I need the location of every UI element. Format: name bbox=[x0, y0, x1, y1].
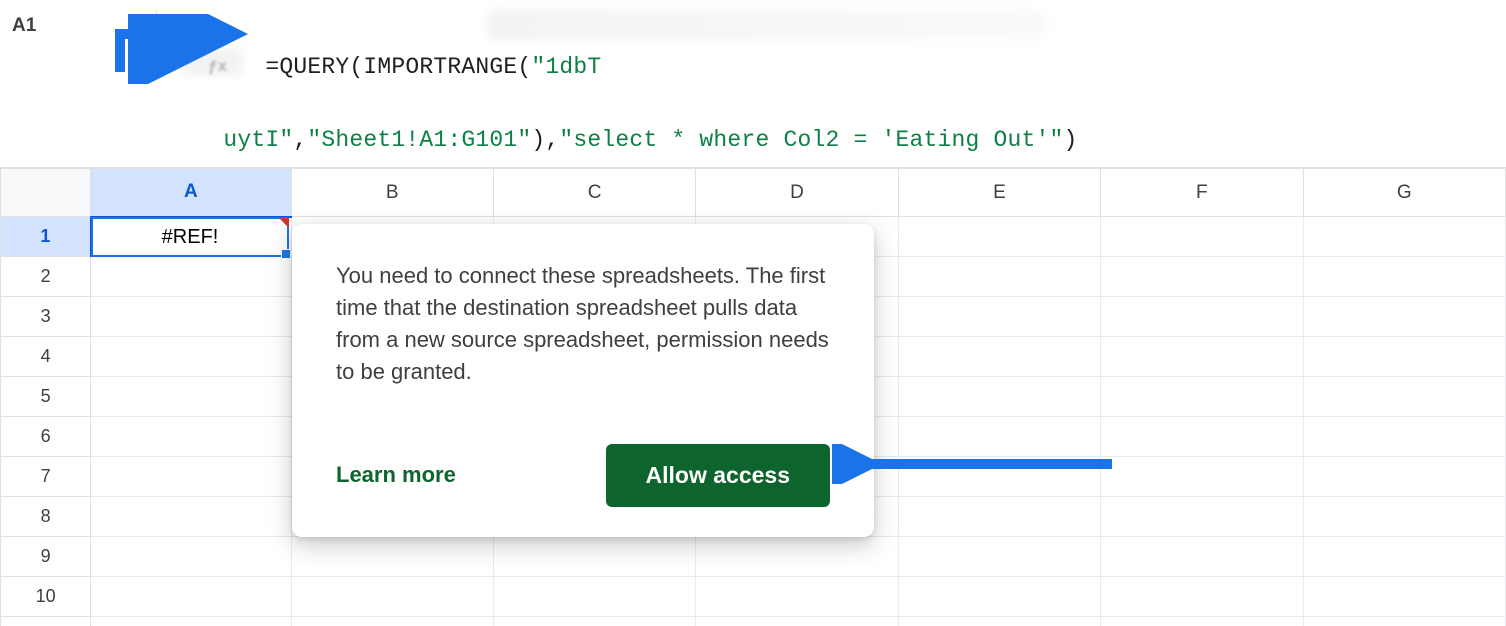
cell[interactable] bbox=[1303, 577, 1505, 617]
row-header[interactable]: 1 bbox=[1, 217, 91, 257]
cell[interactable] bbox=[1303, 257, 1505, 297]
formula-token: ) bbox=[1064, 127, 1078, 153]
row-header[interactable]: 2 bbox=[1, 257, 91, 297]
cell[interactable] bbox=[1303, 537, 1505, 577]
cell[interactable] bbox=[1303, 217, 1505, 257]
column-header[interactable]: C bbox=[493, 169, 695, 217]
formula-token: =QUERY(IMPORTRANGE( bbox=[265, 54, 531, 80]
access-popup: You need to connect these spreadsheets. … bbox=[292, 224, 874, 537]
redacted-region bbox=[487, 10, 1047, 40]
cell[interactable] bbox=[1101, 537, 1303, 577]
cell[interactable] bbox=[91, 497, 291, 537]
cell[interactable] bbox=[1303, 617, 1505, 626]
formula-input[interactable]: =QUERY(IMPORTRANGE("1dbT uytI","Sheet1!A… bbox=[157, 6, 1494, 159]
formula-bar: A1 =QUERY(IMPORTRANGE("1dbT uytI","Sheet… bbox=[0, 0, 1506, 168]
row-header[interactable]: 4 bbox=[1, 337, 91, 377]
column-header[interactable]: A bbox=[91, 169, 291, 217]
formula-token: uytI" bbox=[223, 127, 293, 153]
cell[interactable] bbox=[696, 577, 898, 617]
cell[interactable] bbox=[1101, 577, 1303, 617]
cell[interactable] bbox=[1101, 457, 1303, 497]
cell[interactable] bbox=[898, 257, 1100, 297]
popup-message: You need to connect these spreadsheets. … bbox=[336, 260, 830, 388]
column-header[interactable]: B bbox=[291, 169, 493, 217]
cell[interactable] bbox=[1303, 297, 1505, 337]
row-header[interactable]: 3 bbox=[1, 297, 91, 337]
formula-token: "Sheet1!A1:G101" bbox=[307, 127, 531, 153]
spreadsheet-grid[interactable]: A B C D E F G 1 2 3 4 5 6 7 8 9 10 11 #R… bbox=[0, 168, 1506, 626]
cell[interactable] bbox=[1101, 377, 1303, 417]
cell[interactable] bbox=[1101, 257, 1303, 297]
cell[interactable] bbox=[291, 537, 493, 577]
cell[interactable] bbox=[1303, 457, 1505, 497]
cell[interactable] bbox=[898, 577, 1100, 617]
cell[interactable] bbox=[1101, 497, 1303, 537]
cell[interactable] bbox=[1101, 337, 1303, 377]
formula-token: ), bbox=[531, 127, 559, 153]
cell[interactable] bbox=[1101, 217, 1303, 257]
formula-token: , bbox=[293, 127, 307, 153]
cell[interactable] bbox=[1303, 417, 1505, 457]
cell[interactable] bbox=[1101, 617, 1303, 626]
cell[interactable] bbox=[291, 577, 493, 617]
cell[interactable] bbox=[1303, 337, 1505, 377]
cell[interactable] bbox=[91, 417, 291, 457]
column-header[interactable]: E bbox=[898, 169, 1100, 217]
cell[interactable] bbox=[91, 297, 291, 337]
cell[interactable] bbox=[91, 457, 291, 497]
cell[interactable] bbox=[1101, 297, 1303, 337]
formula-token: "select * where Col2 = 'Eating Out'" bbox=[559, 127, 1063, 153]
cell[interactable] bbox=[291, 617, 493, 626]
fx-icon: ƒx bbox=[208, 58, 227, 76]
row-header[interactable]: 9 bbox=[1, 537, 91, 577]
cell[interactable] bbox=[493, 617, 695, 626]
learn-more-link[interactable]: Learn more bbox=[336, 462, 456, 488]
cell[interactable] bbox=[696, 617, 898, 626]
column-header[interactable]: G bbox=[1303, 169, 1505, 217]
cell[interactable] bbox=[91, 217, 291, 257]
row-header[interactable]: 7 bbox=[1, 457, 91, 497]
cell[interactable] bbox=[898, 337, 1100, 377]
select-all-corner[interactable] bbox=[1, 169, 91, 217]
allow-access-button[interactable]: Allow access bbox=[606, 444, 830, 507]
cell[interactable] bbox=[91, 577, 291, 617]
cell[interactable] bbox=[1101, 417, 1303, 457]
row-header[interactable]: 6 bbox=[1, 417, 91, 457]
cell[interactable] bbox=[91, 377, 291, 417]
row-header[interactable]: 10 bbox=[1, 577, 91, 617]
row-header[interactable]: 11 bbox=[1, 617, 91, 626]
formula-token: "1dbT bbox=[531, 54, 601, 80]
cell[interactable] bbox=[898, 457, 1100, 497]
cell[interactable] bbox=[91, 537, 291, 577]
name-box-wrap: A1 bbox=[12, 10, 157, 42]
formula-token bbox=[181, 127, 223, 153]
cell[interactable] bbox=[696, 537, 898, 577]
cell[interactable] bbox=[493, 537, 695, 577]
cell[interactable] bbox=[898, 377, 1100, 417]
cell[interactable] bbox=[91, 617, 291, 626]
name-box[interactable]: A1 bbox=[12, 15, 36, 37]
cell[interactable] bbox=[91, 337, 291, 377]
cell[interactable] bbox=[898, 417, 1100, 457]
column-header[interactable]: D bbox=[696, 169, 898, 217]
caret-down-icon[interactable] bbox=[126, 17, 144, 35]
cell[interactable] bbox=[493, 577, 695, 617]
row-header[interactable]: 5 bbox=[1, 377, 91, 417]
cell[interactable] bbox=[1303, 377, 1505, 417]
row-header[interactable]: 8 bbox=[1, 497, 91, 537]
cell[interactable] bbox=[898, 617, 1100, 626]
column-header[interactable]: F bbox=[1101, 169, 1303, 217]
cell[interactable] bbox=[898, 297, 1100, 337]
column-header-row: A B C D E F G bbox=[1, 169, 1506, 217]
cell[interactable] bbox=[898, 497, 1100, 537]
cell[interactable] bbox=[1303, 497, 1505, 537]
error-indicator-icon[interactable] bbox=[279, 218, 289, 228]
cell[interactable] bbox=[898, 217, 1100, 257]
cell[interactable] bbox=[898, 537, 1100, 577]
popup-actions: Learn more Allow access bbox=[336, 444, 830, 507]
cell[interactable] bbox=[91, 257, 291, 297]
